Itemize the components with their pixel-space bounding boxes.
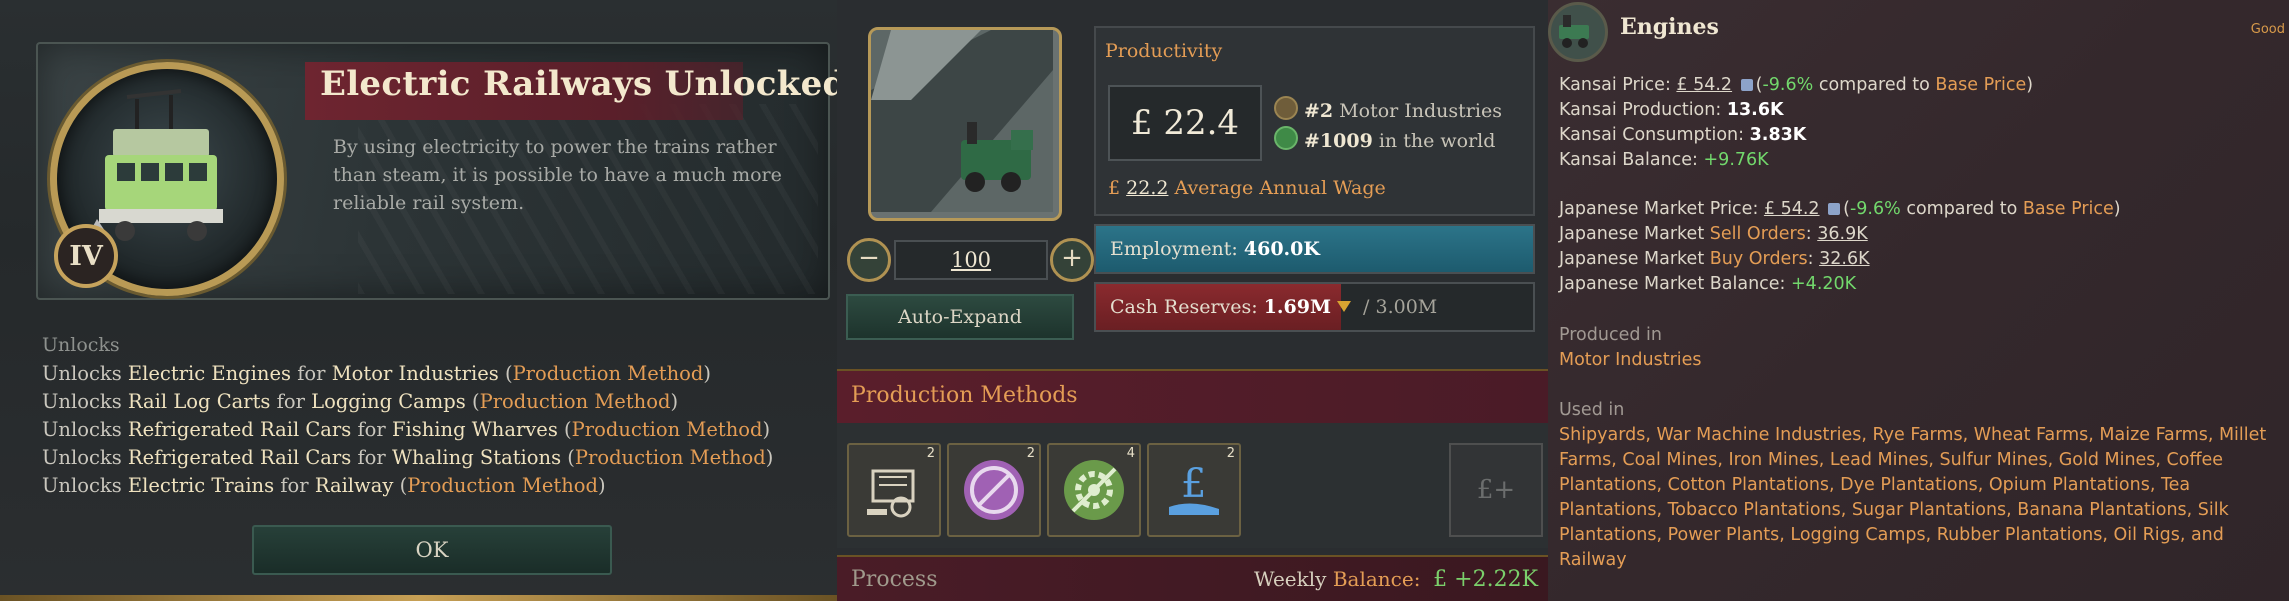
no-automation-icon	[964, 460, 1024, 520]
unlock-line: Unlocks Refrigerated Rail Cars for Fishi…	[42, 418, 771, 441]
cash-reserves-bar[interactable]: Cash Reserves: 1.69M / 3.00M	[1094, 282, 1535, 332]
decrease-button[interactable]: −	[847, 238, 891, 282]
increase-button[interactable]: +	[1050, 238, 1094, 282]
unlock-target[interactable]: Logging Camps	[311, 390, 466, 413]
weekly-balance[interactable]: Weekly Balance: £ +2.22K	[1254, 567, 1538, 592]
production-methods-header: Production Methods	[837, 369, 1548, 425]
price-trend-icon	[1740, 79, 1753, 91]
unlock-target[interactable]: Railway	[315, 474, 394, 497]
market-sell-orders-line: Japanese Market Sell Orders: 36.9K	[1559, 224, 1868, 244]
pm-slot-gear[interactable]: 4	[1047, 443, 1141, 537]
pm-slot-privately-owned[interactable]: 2 £	[1147, 443, 1241, 537]
market-balance-line: Japanese Market Balance: +4.20K	[1559, 274, 1857, 294]
warning-triangle-icon	[1337, 301, 1352, 312]
production-method-link[interactable]: Production Method	[575, 446, 766, 469]
electric-engine-icon	[867, 469, 915, 518]
building-thumbnail	[868, 27, 1062, 221]
unlock-item[interactable]: Electric Trains	[128, 474, 274, 497]
world-rank[interactable]: #1009 in the world	[1274, 126, 1495, 152]
unlock-item[interactable]: Refrigerated Rail Cars	[128, 418, 351, 441]
employment-bar[interactable]: Employment: 460.0K	[1094, 224, 1535, 274]
process-bar: Process Weekly Balance: £ +2.22K	[837, 555, 1548, 601]
average-wage[interactable]: £ 22.2 Average Annual Wage	[1108, 177, 1386, 199]
unlocks-list: Unlocks Electric Engines for Motor Indus…	[42, 360, 773, 500]
tech-unlocked-popup: IV Electric Railways Unlocked By using e…	[0, 0, 837, 601]
bottom-border	[0, 595, 837, 601]
world-rank-icon	[1274, 126, 1298, 150]
unlock-item[interactable]: Electric Engines	[128, 362, 291, 385]
state-balance-line: Kansai Balance: +9.76K	[1559, 150, 1769, 170]
production-method-link[interactable]: Production Method	[513, 362, 704, 385]
state-production-line: Kansai Production: 13.6K	[1559, 100, 1784, 120]
unlock-target[interactable]: Whaling Stations	[392, 446, 561, 469]
price-trend-icon	[1828, 203, 1841, 215]
level-quantity[interactable]: 100	[894, 240, 1048, 280]
unlock-line: Unlocks Refrigerated Rail Cars for Whali…	[42, 446, 774, 469]
goods-tooltip: Engines Good Kansai Price: £ 54.2 (-9.6%…	[1548, 0, 2289, 601]
auto-expand-button[interactable]: Auto-Expand	[846, 294, 1074, 340]
unlock-line: Unlocks Electric Engines for Motor Indus…	[42, 362, 712, 385]
productivity-value: £ 22.4	[1108, 85, 1262, 161]
add-pm-button[interactable]: £+	[1449, 443, 1543, 537]
pm-slot-electric-engine[interactable]: 2	[847, 443, 941, 537]
national-rank-icon	[1274, 96, 1298, 120]
production-method-link[interactable]: Production Method	[407, 474, 598, 497]
pm-slot-no-automation[interactable]: 2	[947, 443, 1041, 537]
ok-button[interactable]: OK	[252, 525, 612, 575]
tech-tier-badge: IV	[54, 224, 118, 288]
used-in-list[interactable]: Shipyards, War Machine Industries, Rye F…	[1559, 423, 2284, 573]
unlock-target[interactable]: Motor Industries	[332, 362, 499, 385]
used-in-label: Used in	[1559, 400, 1625, 420]
production-method-link[interactable]: Production Method	[480, 390, 671, 413]
svg-text:£: £	[1181, 461, 1206, 507]
unlock-item[interactable]: Rail Log Carts	[128, 390, 271, 413]
market-buy-orders-line: Japanese Market Buy Orders: 32.6K	[1559, 249, 1870, 269]
tech-description: By using electricity to power the trains…	[333, 136, 782, 214]
produced-in-value[interactable]: Motor Industries	[1559, 350, 1702, 370]
good-status: Good	[2250, 22, 2285, 37]
gear-icon	[1064, 460, 1124, 520]
national-rank[interactable]: #2 Motor Industries	[1274, 96, 1502, 122]
building-panel: Productivity £ 22.4 #2 Motor Industries …	[837, 0, 1548, 601]
popup-title: Electric Railways Unlocked	[320, 64, 837, 104]
good-name: Engines	[1620, 14, 1719, 40]
productivity-label: Productivity	[1105, 40, 1223, 62]
market-price-line: Japanese Market Price: £ 54.2 (-9.6% com…	[1559, 199, 2121, 219]
production-method-link[interactable]: Production Method	[572, 418, 763, 441]
privately-owned-icon: £	[1169, 461, 1219, 515]
state-consumption-line: Kansai Consumption: 3.83K	[1559, 125, 1807, 145]
unlock-line: Unlocks Electric Trains for Railway (Pro…	[42, 474, 606, 497]
state-price-line: Kansai Price: £ 54.2 (-9.6% compared to …	[1559, 75, 2034, 95]
unlock-target[interactable]: Fishing Wharves	[392, 418, 558, 441]
unlock-line: Unlocks Rail Log Carts for Logging Camps…	[42, 390, 679, 413]
unlocks-heading: Unlocks	[42, 334, 120, 356]
produced-in-label: Produced in	[1559, 325, 1662, 345]
engines-good-icon	[1548, 2, 1608, 62]
unlock-item[interactable]: Refrigerated Rail Cars	[128, 446, 351, 469]
process-label: Process	[851, 567, 938, 592]
